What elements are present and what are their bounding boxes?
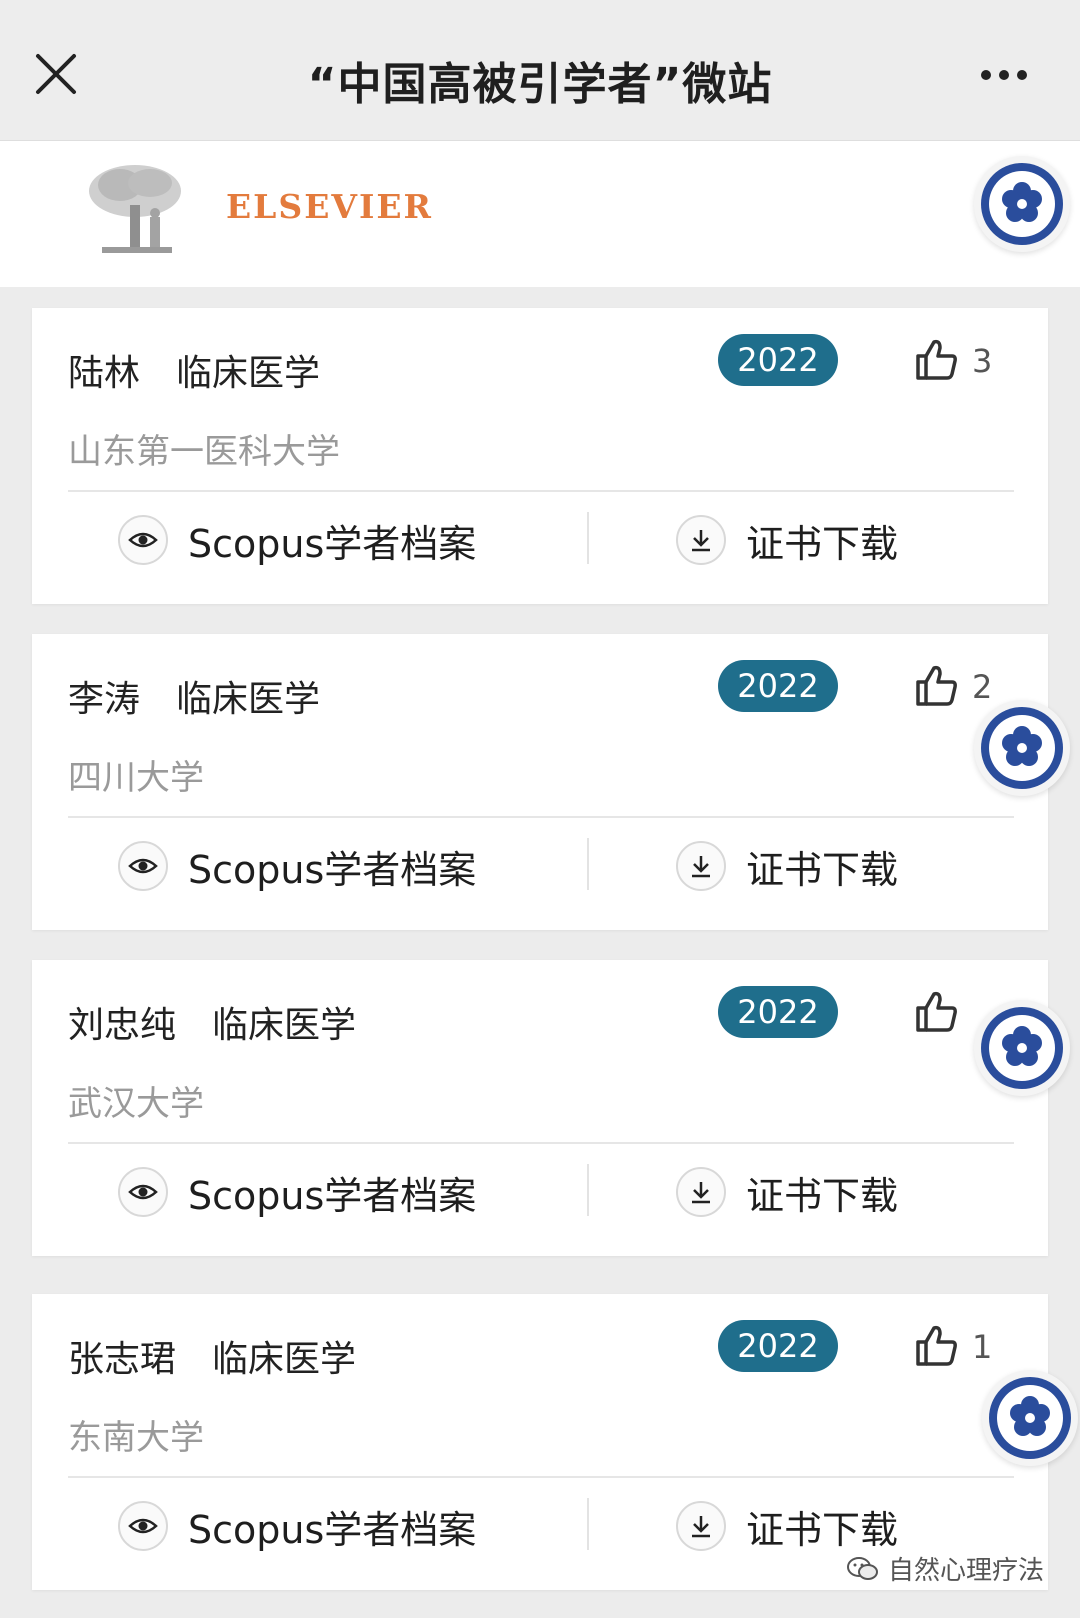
- certificate-download-button[interactable]: 证书下载: [676, 512, 898, 568]
- scopus-profile-label: Scopus学者档案: [188, 521, 477, 566]
- scholar-university: 山东第一医科大学: [68, 432, 340, 472]
- certificate-download-label: 证书下载: [746, 847, 899, 892]
- scholar-card: 李涛 临床医学 四川大学 2022 2 Scopus学者档案 证书下载: [32, 634, 1048, 930]
- scholar-card: 陆林 临床医学 山东第一医科大学 2022 3 Scopus学者档案 证书下载: [32, 308, 1048, 604]
- cas-seal[interactable]: [974, 1000, 1070, 1096]
- watermark-text: 自然心理疗法: [888, 1556, 1045, 1586]
- scholar-name: 刘忠纯: [68, 1005, 177, 1046]
- wechat-icon: [847, 1556, 878, 1580]
- scholar-name-row: 李涛 临床医学: [68, 670, 320, 722]
- cas-seal[interactable]: [974, 700, 1070, 796]
- scholar-name: 张志珺: [68, 1339, 177, 1380]
- scopus-profile-label: Scopus学者档案: [188, 847, 477, 892]
- scholar-name-row: 刘忠纯 临床医学: [68, 996, 356, 1048]
- scholar-field: 临床医学: [212, 1005, 357, 1046]
- vertical-divider: [587, 1498, 589, 1550]
- top-bar: “中国高被引学者”微站: [0, 0, 1080, 141]
- download-icon: [692, 1182, 710, 1204]
- eye-icon-circle: [118, 1501, 168, 1551]
- close-icon: [36, 54, 76, 94]
- scholar-university: 东南大学: [68, 1418, 204, 1458]
- like-count: 2: [972, 668, 993, 706]
- divider: [68, 490, 1014, 492]
- certificate-download-button[interactable]: 证书下载: [676, 1164, 898, 1220]
- thumbs-up-icon: [916, 665, 957, 706]
- watermark: 自然心理疗法: [846, 1550, 1044, 1587]
- year-badge: 2022: [718, 334, 838, 386]
- certificate-download-label: 证书下载: [746, 1173, 899, 1218]
- close-button[interactable]: [28, 46, 84, 102]
- more-button[interactable]: [976, 60, 1036, 90]
- scopus-profile-button[interactable]: Scopus学者档案: [118, 838, 476, 894]
- scholar-name-row: 陆林 临床医学: [68, 344, 320, 396]
- download-icon-circle: [676, 841, 726, 891]
- brand-name: ELSEVIER: [226, 187, 433, 226]
- certificate-download-label: 证书下载: [746, 1507, 899, 1552]
- cas-seal-icon: [981, 707, 1063, 789]
- scholar-field: 临床医学: [176, 679, 321, 720]
- download-icon: [692, 530, 710, 552]
- download-icon: [692, 1516, 710, 1538]
- eye-icon: [128, 532, 158, 548]
- year-badge: 2022: [718, 1320, 838, 1372]
- cas-seal-icon: [981, 163, 1063, 245]
- certificate-download-button[interactable]: 证书下载: [676, 838, 898, 894]
- eye-icon: [128, 858, 158, 874]
- scholar-card: 张志珺 临床医学 东南大学 2022 1 Scopus学者档案 证书下载: [32, 1294, 1048, 1590]
- download-icon-circle: [676, 1501, 726, 1551]
- eye-icon-circle: [118, 1167, 168, 1217]
- divider: [68, 1142, 1014, 1144]
- cas-seal-icon: [981, 1007, 1063, 1089]
- scholar-field: 临床医学: [176, 353, 321, 394]
- scholar-university: 武汉大学: [68, 1084, 204, 1124]
- elsevier-tree-logo: [89, 165, 181, 253]
- scopus-profile-label: Scopus学者档案: [188, 1507, 477, 1552]
- scopus-profile-button[interactable]: Scopus学者档案: [118, 512, 476, 568]
- eye-icon-circle: [118, 841, 168, 891]
- thumbs-up-icon: [916, 1325, 957, 1366]
- scholar-name-row: 张志珺 临床医学: [68, 1330, 356, 1382]
- vertical-divider: [587, 1164, 589, 1216]
- scholar-university: 四川大学: [68, 758, 204, 798]
- divider: [68, 816, 1014, 818]
- scopus-profile-button[interactable]: Scopus学者档案: [118, 1164, 476, 1220]
- certificate-download-button[interactable]: 证书下载: [676, 1498, 898, 1554]
- scholar-name: 李涛: [68, 679, 141, 720]
- download-icon-circle: [676, 1167, 726, 1217]
- scholar-field: 临床医学: [212, 1339, 357, 1380]
- vertical-divider: [587, 512, 589, 564]
- download-icon-circle: [676, 515, 726, 565]
- download-icon: [692, 856, 710, 878]
- cas-seal-icon: [989, 1377, 1071, 1459]
- page-title: “中国高被引学者”微站: [307, 59, 773, 110]
- eye-icon: [128, 1184, 158, 1200]
- eye-icon: [128, 1518, 158, 1534]
- eye-icon-circle: [118, 515, 168, 565]
- more-icon: [981, 70, 1027, 80]
- divider: [68, 1476, 1014, 1478]
- certificate-download-label: 证书下载: [746, 521, 899, 566]
- like-count: 1: [972, 1328, 993, 1366]
- brand-header: ELSEVIER: [0, 141, 1080, 287]
- scholar-name: 陆林: [68, 353, 141, 394]
- cas-seal[interactable]: [982, 1370, 1078, 1466]
- scopus-profile-button[interactable]: Scopus学者档案: [118, 1498, 476, 1554]
- like-count: 3: [972, 342, 993, 380]
- vertical-divider: [587, 838, 589, 890]
- cas-seal[interactable]: [974, 156, 1070, 252]
- thumbs-up-icon: [916, 339, 957, 380]
- scholar-card: 刘忠纯 临床医学 武汉大学 2022 Scopus学者档案 证书下载: [32, 960, 1048, 1256]
- year-badge: 2022: [718, 986, 838, 1038]
- thumbs-up-icon: [916, 991, 957, 1032]
- year-badge: 2022: [718, 660, 838, 712]
- scopus-profile-label: Scopus学者档案: [188, 1173, 477, 1218]
